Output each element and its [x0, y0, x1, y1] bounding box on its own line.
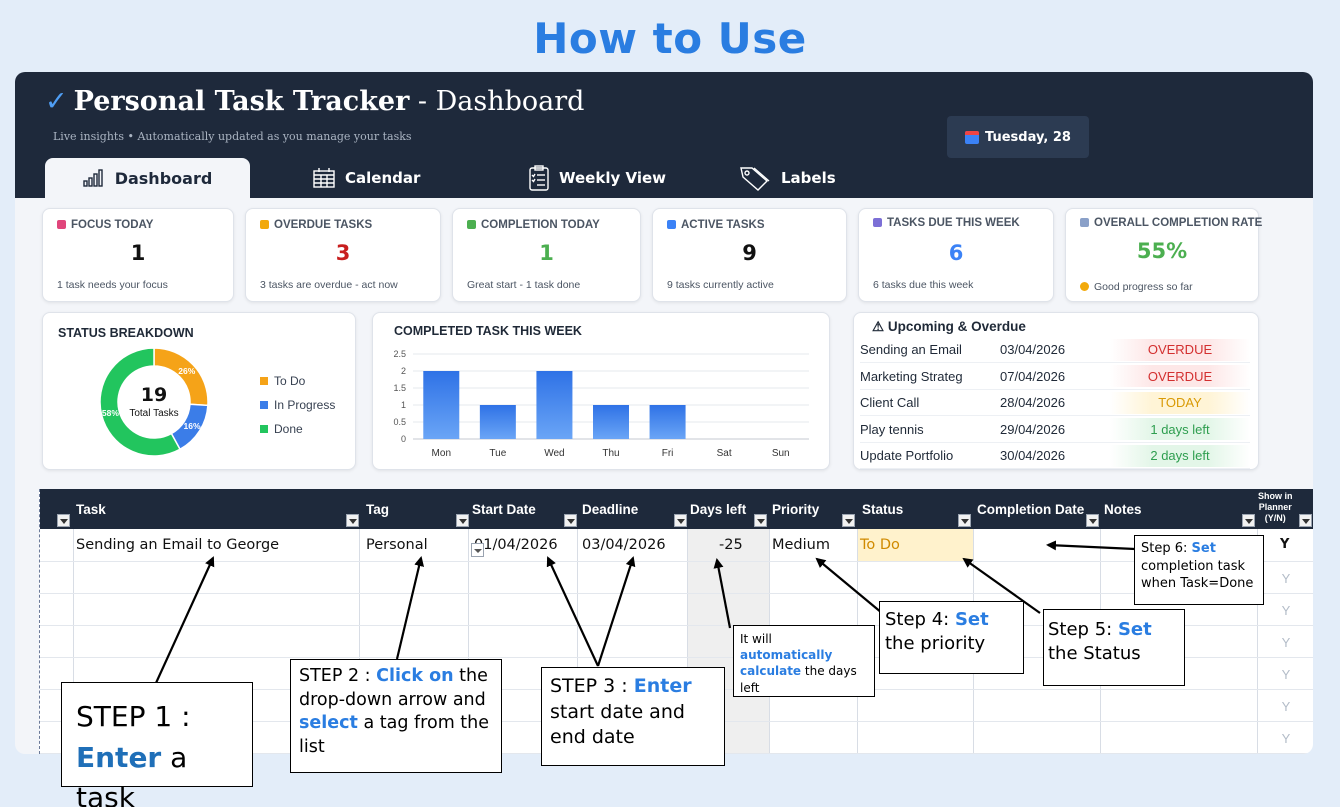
callout-step3: STEP 3 : Enter start date and end date	[541, 667, 725, 766]
callout-step5: Step 5: Set the Status	[1043, 609, 1185, 686]
callout-step4: Step 4: Set the priority	[879, 601, 1024, 674]
callout-step6: Step 6: Set completion task when Task=Do…	[1134, 535, 1264, 605]
callout-auto-calc: It will automatically calculate the days…	[733, 625, 875, 697]
callout-step2: STEP 2 : Click on the drop-down arrow an…	[290, 659, 502, 773]
callout-step1: STEP 1 : Enter a task	[61, 682, 253, 807]
